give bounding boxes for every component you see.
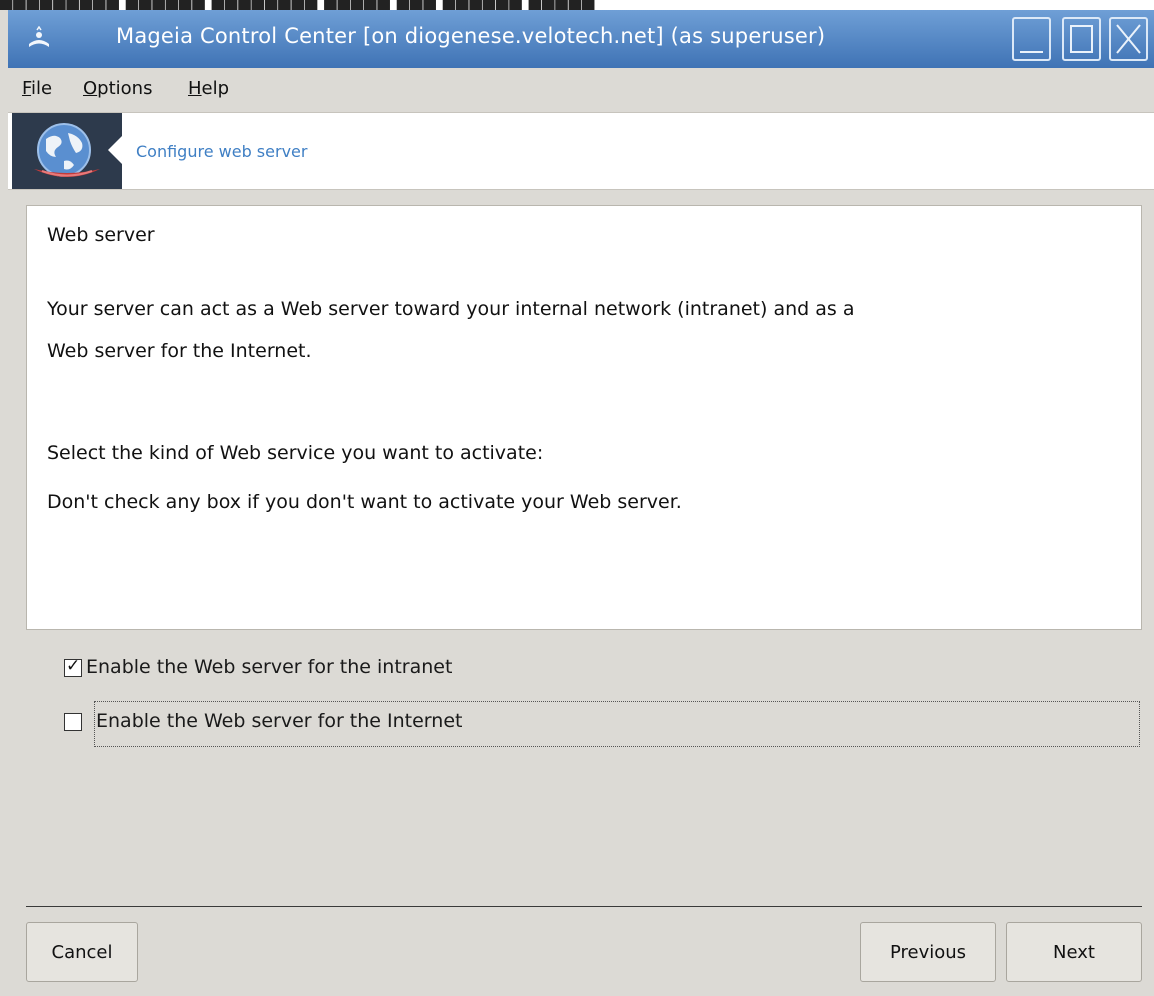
menu-file-accel: F — [22, 78, 32, 99]
menu-file[interactable]: File — [22, 78, 52, 99]
previous-button[interactable]: Previous — [860, 922, 996, 982]
minimize-button[interactable] — [1012, 17, 1051, 61]
globe-icon — [34, 123, 100, 177]
checkmark-icon: ✓ — [66, 656, 81, 676]
content-paragraph-select: Select the kind of Web service you want … — [47, 442, 544, 464]
menu-bar: File Options Help — [8, 68, 1154, 113]
content-heading: Web server — [47, 224, 155, 246]
close-icon — [1116, 24, 1141, 54]
intranet-checkbox-row[interactable]: ✓ Enable the Web server for the intranet — [64, 647, 604, 693]
banner-subtitle: Configure web server — [136, 142, 308, 161]
next-button[interactable]: Next — [1006, 922, 1142, 982]
menu-options-accel: O — [83, 78, 98, 99]
banner-logo-area — [12, 113, 122, 189]
button-separator — [26, 906, 1142, 907]
window-title: Mageia Control Center [on diogenese.velo… — [116, 24, 826, 48]
menu-options-label: ptions — [97, 78, 153, 99]
mageia-logo-icon — [29, 26, 49, 47]
header-banner: Configure web server — [8, 113, 1154, 190]
title-bar[interactable]: Mageia Control Center [on diogenese.velo… — [8, 10, 1154, 69]
content-paragraph-line-1: Your server can act as a Web server towa… — [47, 298, 855, 320]
top-clipped-strip: █████████ ██████ ████████ █████ ███ ████… — [0, 0, 1154, 10]
menu-help[interactable]: Help — [188, 78, 229, 99]
content-paragraph-note: Don't check any box if you don't want to… — [47, 491, 682, 513]
internet-checkbox[interactable] — [64, 713, 82, 731]
content-paragraph-line-2: Web server for the Internet. — [47, 340, 312, 362]
banner-arrow — [108, 136, 122, 164]
cancel-button[interactable]: Cancel — [26, 922, 138, 982]
menu-help-accel: H — [188, 78, 202, 99]
close-button[interactable] — [1109, 17, 1148, 61]
menu-file-label: ile — [31, 78, 53, 99]
description-panel: Web server Your server can act as a Web … — [26, 205, 1142, 630]
internet-checkbox-label[interactable]: Enable the Web server for the Internet — [96, 710, 462, 732]
menu-options[interactable]: Options — [83, 78, 152, 99]
intranet-checkbox[interactable]: ✓ — [64, 656, 82, 677]
maximize-button[interactable] — [1062, 17, 1101, 61]
internet-checkbox-row[interactable]: Enable the Web server for the Internet — [64, 701, 604, 747]
clipped-text: █████████ ██████ ████████ █████ ███ ████… — [0, 0, 596, 10]
menu-help-label: elp — [201, 78, 230, 99]
intranet-checkbox-label[interactable]: Enable the Web server for the intranet — [86, 656, 452, 678]
